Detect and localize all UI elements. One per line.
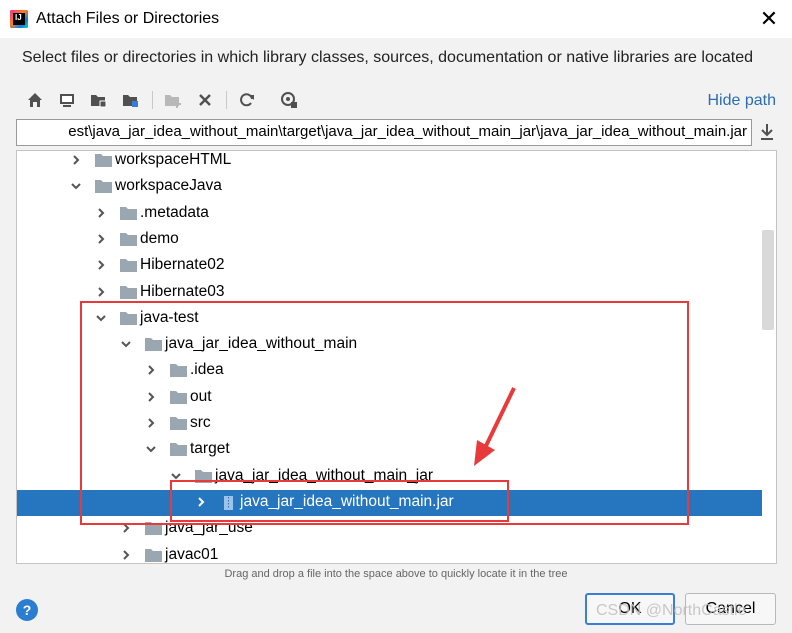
- intellij-app-icon: IJ: [10, 10, 28, 28]
- tree-row[interactable]: demo: [17, 227, 762, 253]
- dialog-description: Select files or directories in which lib…: [22, 49, 753, 66]
- show-hidden-icon[interactable]: [278, 89, 300, 111]
- tree-row[interactable]: Hibernate02: [17, 253, 762, 279]
- desktop-icon[interactable]: [56, 89, 78, 111]
- close-icon[interactable]: ✕: [758, 6, 780, 32]
- tree-row[interactable]: javac01: [17, 543, 762, 564]
- dialog-title: Attach Files or Directories: [36, 10, 220, 27]
- chevron-right-icon[interactable]: [94, 285, 108, 299]
- tree-row[interactable]: workspaceHTML: [17, 151, 762, 174]
- refresh-icon[interactable]: [236, 89, 258, 111]
- toolbar-separator: [152, 91, 153, 109]
- app-icon-text: IJ: [15, 13, 22, 22]
- project-folder-icon[interactable]: [88, 89, 110, 111]
- folder-icon: [120, 285, 137, 299]
- tree-row-label: workspaceJava: [115, 177, 222, 195]
- tree-scrollbar[interactable]: [762, 230, 774, 330]
- folder-icon: [95, 179, 112, 194]
- folder-icon: [95, 153, 112, 167]
- tree-row-label: Hibernate03: [140, 282, 225, 300]
- annotation-arrow-icon: [474, 387, 516, 466]
- folder-icon: [120, 232, 137, 246]
- hide-path-link[interactable]: Hide path: [708, 92, 777, 110]
- tree-row-label: demo: [140, 229, 179, 247]
- tree-row[interactable]: workspaceJava: [17, 174, 762, 200]
- folder-icon: [145, 548, 162, 562]
- tree-row[interactable]: .metadata: [17, 201, 762, 227]
- new-folder-icon[interactable]: [162, 89, 184, 111]
- chevron-right-icon[interactable]: [94, 232, 108, 246]
- chevron-right-icon[interactable]: [119, 548, 133, 562]
- download-icon[interactable]: [758, 122, 776, 142]
- toolbar-separator: [226, 91, 227, 109]
- drag-drop-hint: Drag and drop a file into the space abov…: [224, 568, 568, 580]
- title-bar: IJ Attach Files or Directories ✕: [0, 0, 792, 38]
- delete-icon[interactable]: [194, 89, 216, 111]
- chevron-right-icon[interactable]: [94, 206, 108, 220]
- module-folder-icon[interactable]: [120, 89, 142, 111]
- chevron-down-icon[interactable]: [69, 179, 83, 193]
- path-input[interactable]: est\java_jar_idea_without_main\target\ja…: [16, 119, 752, 146]
- tree-row-label: javac01: [165, 545, 219, 563]
- folder-icon: [120, 258, 137, 273]
- watermark: CSDN @NorthCastle: [596, 602, 747, 619]
- chevron-right-icon[interactable]: [69, 153, 83, 167]
- help-icon[interactable]: ?: [16, 599, 38, 621]
- home-icon[interactable]: [24, 89, 46, 111]
- tree-row-label: Hibernate02: [140, 256, 225, 274]
- tree-row-label: workspaceHTML: [115, 151, 232, 168]
- toolbar: [22, 89, 782, 113]
- folder-icon: [120, 206, 137, 220]
- tree-row-label: .metadata: [140, 203, 209, 221]
- annotation-box-jar-file: [170, 480, 509, 522]
- chevron-right-icon[interactable]: [94, 258, 108, 272]
- path-input-value: est\java_jar_idea_without_main\target\ja…: [68, 123, 747, 140]
